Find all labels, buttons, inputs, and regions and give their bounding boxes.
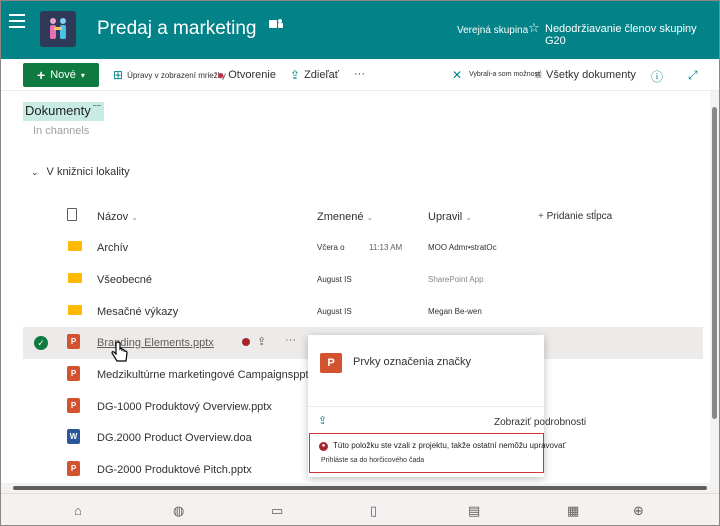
site-header: Predaj a marketing Verejná skupina ☆ Ned…	[1, 1, 719, 59]
item-name[interactable]: DG-1000 Produktový Overview.pptx	[97, 401, 272, 413]
card-title[interactable]: Prvky označenia značky	[353, 356, 471, 368]
close-icon: ✕	[452, 68, 463, 82]
selection-status: Vybrali-a som možnosť	[469, 71, 541, 78]
column-header-name[interactable]: Názov ⌄	[97, 211, 138, 223]
list-item[interactable]: Mesačné výkazy August IS Megan Be-wen	[23, 296, 703, 328]
share-icon[interactable]: ⇪	[318, 414, 327, 427]
library-title-text: Dokumenty	[25, 103, 91, 118]
lists-icon[interactable]: ▤	[468, 503, 480, 519]
star-icon[interactable]: ☆	[528, 20, 540, 36]
follow-status[interactable]: Nedodržiavanie členov skupiny G20	[545, 23, 719, 47]
new-button[interactable]: + Nové ▾	[23, 63, 99, 87]
chevron-down-icon: ⌄	[31, 167, 39, 177]
add-icon[interactable]: ⊕	[633, 503, 644, 519]
section-label: V knižnici lokality	[46, 166, 130, 178]
pages-icon[interactable]: ▦	[567, 503, 579, 519]
library-title-marker: ~~	[92, 103, 101, 110]
news-icon[interactable]: ▭	[271, 503, 283, 519]
item-modified-time: 11:13 AM	[369, 243, 403, 252]
file-type-header-icon[interactable]	[67, 208, 77, 221]
list-item[interactable]: Archív Včera o 11:13 AM MOO Admr•stratOc	[23, 232, 703, 264]
expand-icon: ⤢	[688, 68, 698, 82]
globe-icon[interactable]: ◍	[173, 503, 184, 519]
checked-out-icon	[242, 338, 250, 346]
item-modified: August IS	[317, 307, 352, 316]
item-name[interactable]: Všeobecné	[97, 274, 152, 286]
library-title[interactable]: Dokumenty ~~	[23, 102, 104, 121]
clear-selection-button[interactable]: ✕	[452, 68, 462, 82]
item-modified-by: Megan Be-wen	[428, 307, 482, 316]
item-modified: Včera o	[317, 243, 345, 252]
share-icon[interactable]: ⇪	[257, 335, 266, 348]
checked-out-icon: ●	[217, 68, 225, 82]
item-name[interactable]: DG-2000 Produktové Pitch.pptx	[97, 464, 252, 476]
column-header-modified[interactable]: Zmenené ⌄	[317, 211, 373, 223]
view-switcher[interactable]: ≡ Všetky dokumenty	[535, 68, 636, 82]
site-title[interactable]: Predaj a marketing	[97, 18, 256, 40]
list-view-icon: ≡	[535, 68, 543, 82]
ghost-section-label: In channels	[33, 125, 90, 137]
file-hover-card: P Prvky označenia značky ⇪ Zobraziť podr…	[308, 335, 586, 477]
checkmark-icon[interactable]: ✓	[34, 336, 48, 350]
more-options-button[interactable]: ···	[354, 68, 365, 80]
powerpoint-icon: P	[67, 398, 80, 413]
hand-pointer-icon	[109, 341, 131, 371]
powerpoint-icon: P	[67, 334, 80, 349]
item-modified-by: SharePoint App	[428, 275, 484, 284]
add-column-button[interactable]: + Pridanie stĺpca	[538, 211, 612, 222]
checked-out-warning: ● Túto položku ste vzali z projektu, tak…	[309, 433, 565, 473]
folder-icon	[68, 305, 82, 315]
powerpoint-icon: P	[67, 461, 80, 476]
grid-icon: ⊞	[113, 68, 124, 82]
list-item[interactable]: Všeobecné August IS SharePoint App	[23, 264, 703, 296]
info-button[interactable]: ⓘ	[651, 68, 663, 85]
home-icon[interactable]: ⌂	[74, 503, 82, 518]
item-name[interactable]: DG.2000 Product Overview.doa	[97, 432, 252, 444]
expand-button[interactable]: ⤢	[688, 68, 698, 83]
bottom-navigation: ⌂ ◍ ▭ ▯ ▤ ▦ ⊕	[1, 493, 719, 525]
warning-link[interactable]: Prihláste sa do horčicového čada	[321, 457, 424, 464]
group-type-label: Verejná skupina	[457, 25, 529, 36]
file-icon[interactable]: ▯	[370, 503, 377, 519]
teams-icon[interactable]	[269, 18, 283, 33]
horizontal-scrollbar[interactable]	[1, 483, 719, 493]
view-details-link[interactable]: Zobraziť podrobnosti	[494, 417, 586, 428]
view-label: Všetky dokumenty	[546, 69, 636, 81]
blocked-icon: ●	[319, 442, 328, 451]
powerpoint-icon: P	[67, 366, 80, 381]
powerpoint-icon: P	[320, 353, 342, 373]
divider	[308, 406, 544, 407]
chevron-down-icon: ▾	[80, 70, 85, 80]
vertical-scrollbar[interactable]	[710, 91, 719, 484]
item-name[interactable]: Mesačné výkazy	[97, 306, 178, 318]
share-icon: ⇪	[290, 68, 301, 82]
folder-icon	[68, 241, 82, 251]
plus-icon: +	[37, 67, 46, 83]
hamburger-icon[interactable]	[9, 14, 25, 28]
open-button[interactable]: ● Otvorenie	[217, 68, 276, 82]
new-button-label: Nové	[50, 69, 76, 81]
edit-grid-view-button[interactable]: ⊞ Úpravy v zobrazení mriežky	[113, 68, 226, 82]
command-bar: + Nové ▾ ⊞ Úpravy v zobrazení mriežky ● …	[1, 59, 719, 91]
column-header-modified-by[interactable]: Upravil ⌄	[428, 211, 472, 223]
info-icon: ⓘ	[651, 70, 664, 84]
word-icon: W	[67, 429, 80, 444]
item-modified: August IS	[317, 275, 352, 284]
edit-grid-label: Úpravy v zobrazení mriežky	[127, 70, 226, 80]
folder-icon	[68, 273, 82, 283]
warning-text: Túto položku ste vzali z projektu, takže…	[333, 441, 566, 450]
share-label: Zdieľať	[304, 69, 339, 81]
item-name[interactable]: Archív	[97, 242, 128, 254]
site-logo[interactable]	[40, 11, 76, 47]
open-label: Otvorenie	[228, 69, 276, 81]
site-library-section[interactable]: ⌄ V knižnici lokality	[31, 166, 130, 178]
scroll-thumb[interactable]	[13, 486, 707, 490]
more-options-icon[interactable]: ···	[285, 334, 296, 346]
item-modified-by: MOO Admr•stratOc	[428, 243, 497, 252]
scroll-thumb[interactable]	[712, 107, 717, 419]
share-button[interactable]: ⇪ Zdieľať	[290, 68, 339, 82]
